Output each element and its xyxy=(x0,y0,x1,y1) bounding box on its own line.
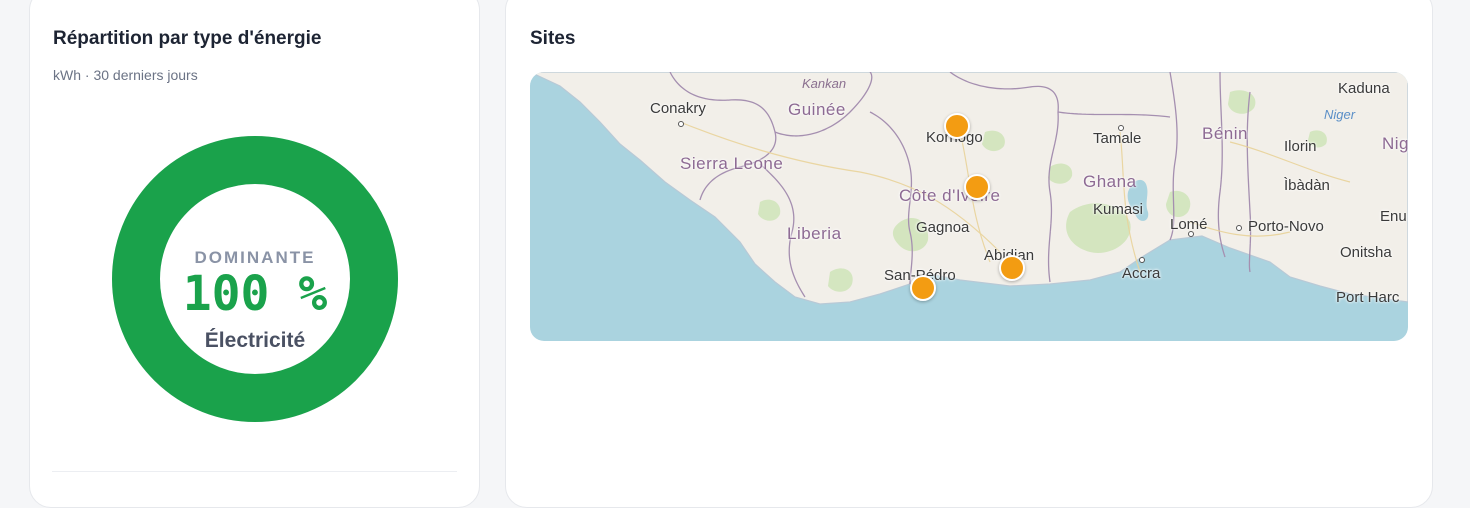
map-city-label: Accra xyxy=(1122,265,1161,282)
dominant-energy-type: Électricité xyxy=(204,329,306,352)
map-country-label: Ghana xyxy=(1083,172,1137,191)
energy-donut-chart: DOMINANTE 100 % Électricité xyxy=(112,136,398,422)
map-city-label: Port Harc xyxy=(1336,289,1400,306)
card-subtitle: kWh · 30 derniers jours xyxy=(53,67,198,83)
map-river-label: Niger xyxy=(1324,107,1356,122)
site-marker[interactable] xyxy=(910,275,936,301)
map-country-label: Sierra Leone xyxy=(680,154,784,173)
energy-breakdown-card: Répartition par type d'énergie kWh · 30 … xyxy=(29,0,480,508)
site-marker[interactable] xyxy=(964,174,990,200)
city-marker-icon xyxy=(1139,257,1145,263)
map-city-label: Tamale xyxy=(1093,130,1142,147)
donut-center: DOMINANTE 100 % Électricité xyxy=(112,136,398,422)
map-city-label: Enu xyxy=(1380,208,1407,225)
map-country-label: Guinée xyxy=(788,100,846,119)
card-title: Sites xyxy=(530,28,576,49)
map-country-label: Liberia xyxy=(787,224,842,243)
sites-card: Sites Kankan Niger Guinée Sierra Leone L… xyxy=(505,0,1433,508)
map-country-label: Bénin xyxy=(1202,124,1248,143)
map-city-label: Kaduna xyxy=(1338,80,1390,97)
map-city-label: Lomé xyxy=(1170,216,1208,233)
site-marker[interactable] xyxy=(999,255,1025,281)
dominant-value: 100 % xyxy=(182,266,328,322)
map-region-label: Kankan xyxy=(802,76,847,91)
city-marker-icon xyxy=(678,121,684,127)
city-marker-icon xyxy=(1236,225,1242,231)
map-city-label: Conakry xyxy=(650,100,706,117)
map-city-label: Gagnoa xyxy=(916,219,970,236)
map-city-label: Porto-Novo xyxy=(1248,218,1324,235)
map-country-label: Nig xyxy=(1382,134,1408,153)
card-title: Répartition par type d'énergie xyxy=(53,28,322,49)
map-city-label: Onitsha xyxy=(1340,244,1392,261)
map-city-label: Kumasi xyxy=(1093,201,1144,218)
site-marker[interactable] xyxy=(944,113,970,139)
dominant-label: DOMINANTE xyxy=(194,248,316,267)
map-city-label: Ìbàdàn xyxy=(1284,177,1330,194)
card-divider xyxy=(52,471,457,472)
sites-map[interactable]: Kankan Niger Guinée Sierra Leone Liberia… xyxy=(530,72,1408,341)
map-city-label: Ilorin xyxy=(1284,138,1317,155)
